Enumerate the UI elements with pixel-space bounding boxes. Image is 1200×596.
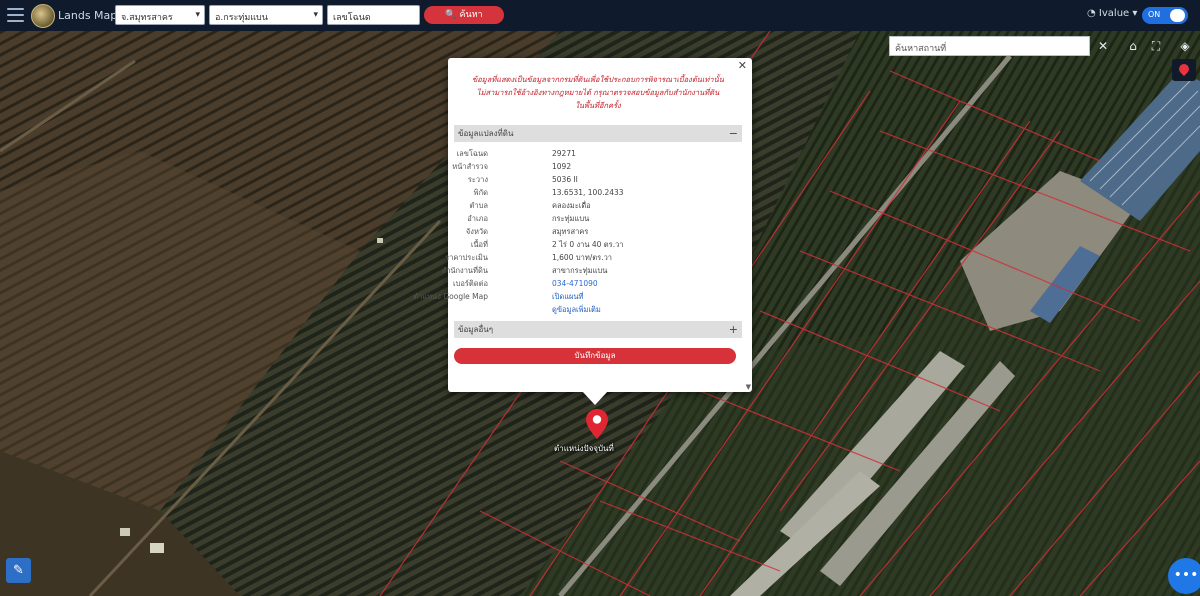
chevron-down-icon: ▾ — [313, 10, 318, 20]
popup-pointer — [582, 391, 608, 405]
search-button[interactable]: 🔍 ค้นหา — [424, 6, 504, 24]
province-select[interactable]: จ.สมุทรสาคร ▾ — [115, 5, 205, 25]
map-pin-icon[interactable] — [586, 409, 608, 439]
info-row: ราคาประเมิน 1,600 บาท/ตร.วา — [445, 251, 742, 264]
clear-search-icon[interactable]: ✕ — [1094, 37, 1112, 55]
info-value: 1092 — [552, 162, 572, 171]
brand-name: Lands Maps — [58, 9, 123, 22]
fullscreen-icon[interactable]: ⛶ — [1147, 37, 1165, 55]
info-key: เบอร์ติดต่อ — [453, 279, 488, 288]
home-icon[interactable]: ⌂ — [1124, 37, 1142, 55]
info-value: คลองมะเดื่อ — [552, 201, 591, 210]
mode-toggle[interactable]: ON — [1142, 7, 1188, 24]
info-key: สำนักงานที่ดิน — [441, 266, 488, 275]
app-logo — [31, 4, 55, 28]
info-value: 13.6531, 100.2433 — [552, 188, 624, 197]
info-row: อำเภอ กระทุ่มแบน — [454, 212, 742, 225]
info-row: ตำแหน่ง Google Map เปิดแผนที่ — [413, 290, 742, 303]
measure-tool-button[interactable]: ✎ — [6, 558, 31, 583]
info-key: ตำแหน่ง Google Map — [413, 292, 488, 301]
more-options-button[interactable]: ••• — [1168, 558, 1200, 594]
info-key: เนื้อที่ — [470, 240, 488, 249]
info-row: หน้าสำรวจ 1092 — [452, 160, 742, 173]
info-value: กระทุ่มแบน — [552, 214, 590, 223]
section-title: ข้อมูลแปลงที่ดิน — [458, 129, 514, 138]
info-key: พิกัด — [473, 188, 488, 197]
section-title: ข้อมูลอื่นๆ — [458, 325, 494, 334]
toggle-knob — [1170, 9, 1185, 22]
map-search-placeholder: ค้นหาสถานที่ — [895, 44, 947, 54]
info-row: ระวาง 5036 II — [454, 173, 742, 186]
menu-icon[interactable] — [7, 8, 24, 22]
user-icon: ◔ — [1087, 8, 1096, 19]
disclaimer-line: ในพื้นที่อีกครั้ง — [575, 101, 621, 110]
info-row: ดูข้อมูลเพิ่มเติม — [454, 303, 742, 316]
parcel-info-popup: ✕ ข้อมูลที่แสดงเป็นข้อมูลจากกรมที่ดินเพื… — [413, 58, 752, 392]
location-marker-button[interactable] — [1172, 59, 1196, 81]
phone-link[interactable]: 034-471090 — [552, 277, 598, 290]
user-name: Ivalue — [1098, 8, 1130, 19]
info-value: 1,600 บาท/ตร.วา — [552, 253, 613, 262]
close-icon[interactable]: ✕ — [738, 59, 747, 72]
toggle-label: ON — [1148, 10, 1161, 19]
district-select-value: อ.กระทุ่มแบน — [215, 13, 268, 23]
info-key: อำเภอ — [467, 214, 488, 223]
map-pin-icon — [1176, 61, 1192, 77]
district-select[interactable]: อ.กระทุ่มแบน ▾ — [209, 5, 323, 25]
province-select-value: จ.สมุทรสาคร — [121, 13, 173, 23]
section-other-info[interactable]: ข้อมูลอื่นๆ + — [454, 321, 742, 338]
parcel-number-input[interactable]: เลขโฉนด — [327, 5, 420, 25]
more-info-link[interactable]: ดูข้อมูลเพิ่มเติม — [552, 303, 601, 316]
info-value: 29271 — [552, 149, 576, 158]
layers-icon[interactable]: ◈ — [1176, 37, 1194, 55]
info-key: ระวาง — [467, 175, 488, 184]
disclaimer-line: ไม่สามารถใช้อ้างอิงทางกฎหมายได้ กรุณาตรว… — [476, 88, 720, 97]
marker-label: ตำแหน่งปัจจุบันที่ — [554, 444, 614, 453]
expand-icon: + — [728, 323, 738, 336]
info-key: จังหวัด — [465, 227, 488, 236]
info-row: ตำบล คลองมะเดื่อ — [454, 199, 742, 212]
google-map-link[interactable]: เปิดแผนที่ — [552, 290, 584, 303]
parcel-number-placeholder: เลขโฉนด — [333, 13, 371, 23]
map-search-input[interactable]: ค้นหาสถานที่ — [889, 36, 1090, 56]
info-row: สำนักงานที่ดิน สาขากระทุ่มแบน — [442, 264, 742, 277]
save-button[interactable]: บันทึกข้อมูล — [454, 348, 736, 364]
info-row: พิกัด 13.6531, 100.2433 — [454, 186, 742, 199]
top-navigation-bar: Lands Maps จ.สมุทรสาคร ▾ อ.กระทุ่มแบน ▾ … — [0, 0, 1200, 31]
info-key: เลขโฉนด — [456, 149, 488, 158]
info-row: จังหวัด สมุทรสาคร — [454, 225, 742, 238]
disclaimer-line: ข้อมูลที่แสดงเป็นข้อมูลจากกรมที่ดินเพื่อ… — [472, 75, 724, 84]
chevron-down-icon: ▾ — [1132, 8, 1138, 19]
info-value: สมุทรสาคร — [552, 227, 589, 236]
scroll-down-icon[interactable]: ▼ — [746, 383, 751, 391]
info-row: เบอร์ติดต่อ 034-471090 — [453, 277, 742, 290]
collapse-icon: − — [728, 127, 738, 140]
info-value: 5036 II — [552, 175, 578, 184]
user-menu[interactable]: ◔ Ivalue ▾ — [1087, 8, 1137, 19]
section-parcel-info[interactable]: ข้อมูลแปลงที่ดิน − — [454, 125, 742, 142]
info-value: สาขากระทุ่มแบน — [552, 266, 608, 275]
chevron-down-icon: ▾ — [195, 10, 200, 20]
info-key: ตำบล — [469, 201, 488, 210]
info-key: ราคาประเมิน — [445, 253, 488, 262]
disclaimer-text: ข้อมูลที่แสดงเป็นข้อมูลจากกรมที่ดินเพื่อ… — [452, 73, 744, 112]
info-key: หน้าสำรวจ — [452, 162, 488, 171]
info-value: 2 ไร่ 0 งาน 40 ตร.วา — [552, 240, 624, 249]
info-row: เนื้อที่ 2 ไร่ 0 งาน 40 ตร.วา — [454, 238, 742, 251]
info-row: เลขโฉนด 29271 — [454, 147, 742, 160]
